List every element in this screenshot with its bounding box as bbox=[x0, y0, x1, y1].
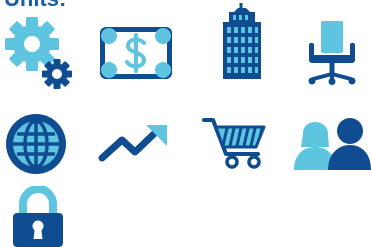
money-icon bbox=[100, 27, 172, 79]
page-title: Units: bbox=[4, 0, 66, 10]
globe-icon bbox=[6, 114, 66, 174]
building-icon bbox=[223, 3, 261, 79]
trend-icon bbox=[98, 125, 167, 162]
chair-icon bbox=[308, 21, 356, 85]
lock-icon bbox=[13, 186, 63, 247]
gears-icon bbox=[5, 17, 72, 89]
people-icon bbox=[294, 118, 371, 170]
cart-icon bbox=[202, 118, 266, 169]
